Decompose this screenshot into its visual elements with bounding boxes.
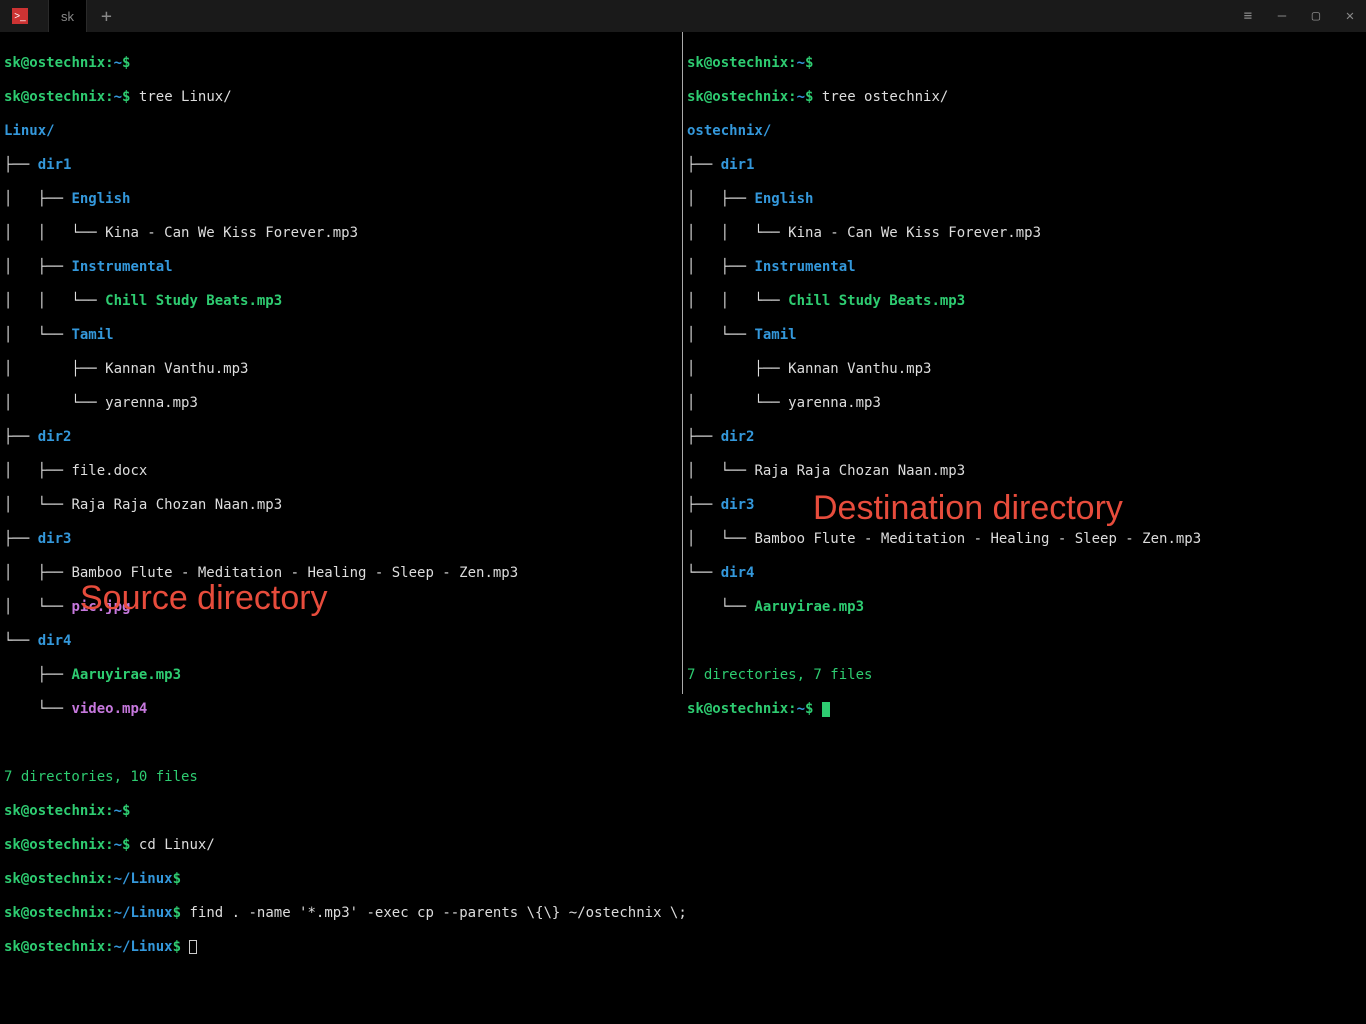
- window-controls: ≡ — ▢ ✕: [1240, 0, 1358, 32]
- prompt-line: sk@ostechnix:~/Linux$: [4, 939, 678, 956]
- tree-line: ├── Aaruyirae.mp3: [4, 667, 678, 684]
- tree-line: │ ├── file.docx: [4, 463, 678, 480]
- blank-line: [4, 735, 678, 752]
- tab-terminal-1[interactable]: >_: [0, 0, 49, 32]
- tree-line: │ │ └── Chill Study Beats.mp3: [4, 293, 678, 310]
- maximize-icon[interactable]: ▢: [1308, 8, 1324, 24]
- tree-line: │ ├── Kannan Vanthu.mp3: [687, 361, 1362, 378]
- tree-line: └── dir4: [687, 565, 1362, 582]
- overlay-source-label: Source directory: [80, 590, 328, 607]
- prompt-line: sk@ostechnix:~$: [4, 803, 678, 820]
- tree-line: │ │ └── Kina - Can We Kiss Forever.mp3: [687, 225, 1362, 242]
- menu-icon[interactable]: ≡: [1240, 8, 1256, 24]
- tree-line: │ ├── Instrumental: [687, 259, 1362, 276]
- cwd: ~: [114, 55, 122, 71]
- tree-line: │ └── Bamboo Flute - Meditation - Healin…: [687, 531, 1362, 548]
- prompt-line: sk@ostechnix:~$: [4, 55, 678, 72]
- tree-line: │ ├── English: [687, 191, 1362, 208]
- titlebar: >_ sk + ≡ — ▢ ✕: [0, 0, 1366, 32]
- tree-line: │ │ └── Kina - Can We Kiss Forever.mp3: [4, 225, 678, 242]
- cursor-inactive: [189, 940, 197, 954]
- command: tree Linux/: [139, 89, 232, 105]
- command: tree ostechnix/: [822, 89, 948, 105]
- overlay-destination-label: Destination directory: [813, 500, 1123, 517]
- tree-line: │ ├── English: [4, 191, 678, 208]
- terminal-icon: >_: [12, 8, 28, 24]
- tree-summary: 7 directories, 7 files: [687, 667, 1362, 684]
- tab-terminal-2[interactable]: sk: [49, 0, 87, 32]
- prompt-line: sk@ostechnix:~$: [687, 701, 1362, 718]
- blank-line: [687, 633, 1362, 650]
- tree-line: ├── dir1: [687, 157, 1362, 174]
- prompt-line: sk@ostechnix:~/Linux$ find . -name '*.mp…: [4, 905, 678, 922]
- command: find . -name '*.mp3' -exec cp --parents …: [189, 905, 686, 921]
- tree-summary: 7 directories, 10 files: [4, 769, 678, 786]
- tree-line: │ └── yarenna.mp3: [4, 395, 678, 412]
- tree-line: │ └── Raja Raja Chozan Naan.mp3: [687, 463, 1362, 480]
- tree-line: │ └── yarenna.mp3: [687, 395, 1362, 412]
- prompt-line: sk@ostechnix:~$ tree ostechnix/: [687, 89, 1362, 106]
- left-terminal-pane[interactable]: sk@ostechnix:~$ sk@ostechnix:~$ tree Lin…: [0, 32, 683, 694]
- cursor-active: [822, 702, 830, 717]
- tree-line: ├── dir2: [687, 429, 1362, 446]
- tree-line: │ └── Raja Raja Chozan Naan.mp3: [4, 497, 678, 514]
- tree-line: │ ├── Instrumental: [4, 259, 678, 276]
- tree-line: └── Aaruyirae.mp3: [687, 599, 1362, 616]
- tree-line: │ ├── Kannan Vanthu.mp3: [4, 361, 678, 378]
- host: ostechnix: [29, 55, 105, 71]
- tab-label: sk: [61, 9, 74, 24]
- tree-root: ostechnix/: [687, 123, 1362, 140]
- tree-line: ├── dir1: [4, 157, 678, 174]
- close-icon[interactable]: ✕: [1342, 8, 1358, 24]
- user: sk: [4, 55, 21, 71]
- tree-line: │ │ └── Chill Study Beats.mp3: [687, 293, 1362, 310]
- prompt-line: sk@ostechnix:~$ cd Linux/: [4, 837, 678, 854]
- tree-line: └── video.mp4: [4, 701, 678, 718]
- tree-line: │ └── Tamil: [4, 327, 678, 344]
- prompt-line: sk@ostechnix:~/Linux$: [4, 871, 678, 888]
- tree-line: ├── dir3: [4, 531, 678, 548]
- split-panes: sk@ostechnix:~$ sk@ostechnix:~$ tree Lin…: [0, 32, 1366, 694]
- command: cd Linux/: [139, 837, 215, 853]
- prompt-line: sk@ostechnix:~$ tree Linux/: [4, 89, 678, 106]
- tree-root: Linux/: [4, 123, 678, 140]
- prompt-line: sk@ostechnix:~$: [687, 55, 1362, 72]
- tree-line: │ └── Tamil: [687, 327, 1362, 344]
- new-tab-button[interactable]: +: [87, 6, 126, 27]
- minimize-icon[interactable]: —: [1274, 8, 1290, 24]
- right-terminal-pane[interactable]: sk@ostechnix:~$ sk@ostechnix:~$ tree ost…: [683, 32, 1366, 694]
- tree-line: └── dir4: [4, 633, 678, 650]
- tree-line: ├── dir2: [4, 429, 678, 446]
